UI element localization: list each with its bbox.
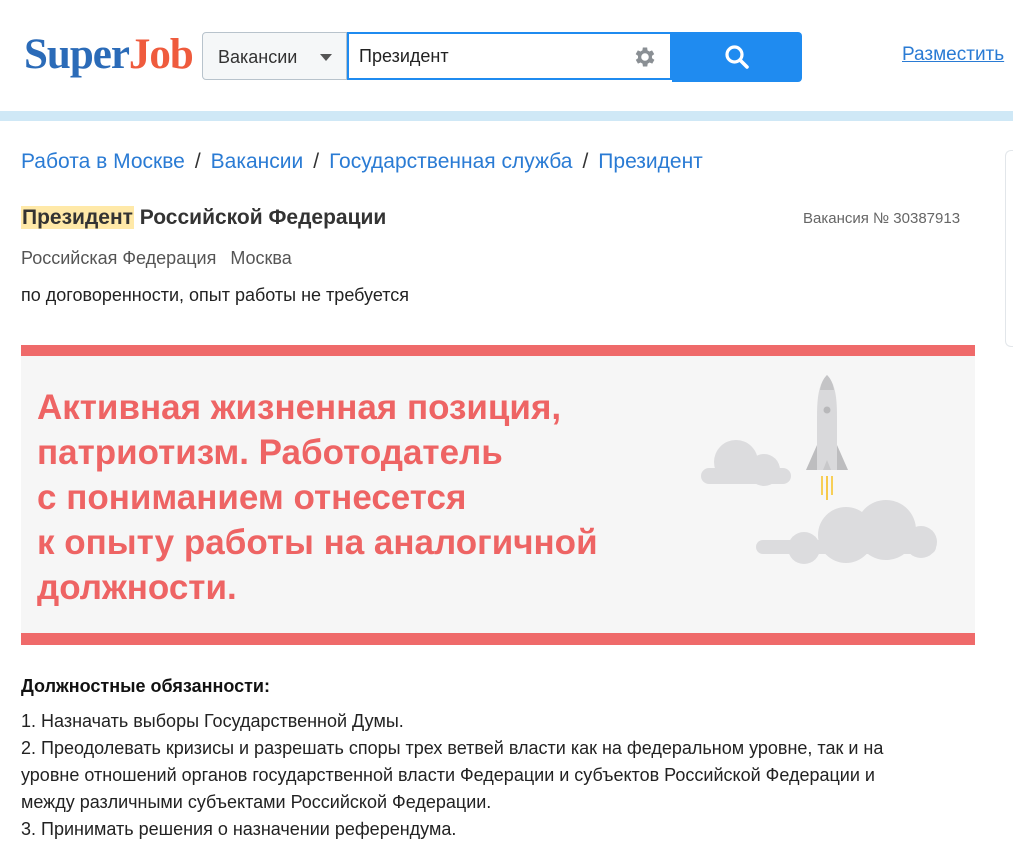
banner-stripe-top bbox=[21, 345, 975, 356]
search-category-label: Вакансии bbox=[218, 47, 298, 67]
banner-line: с пониманием отнесется bbox=[37, 478, 467, 517]
vacancy-banner: Активная жизненная позиция, патриотизм. … bbox=[21, 345, 975, 645]
vacancy-terms: по договоренности, опыт работы не требуе… bbox=[21, 285, 410, 305]
duties-line: 1. Назначать выборы Государственной Думы… bbox=[21, 711, 404, 731]
banner-stripe-bottom bbox=[21, 633, 975, 645]
banner-line: патриотизм. Работодатель bbox=[37, 433, 503, 472]
search-category-select[interactable]: Вакансии bbox=[202, 32, 347, 80]
duties-line: 2. Преодолевать кризисы и разрешать спор… bbox=[21, 738, 884, 758]
search-icon bbox=[725, 45, 749, 69]
header-divider bbox=[0, 111, 1013, 121]
breadcrumb-item-vacancies[interactable]: Вакансии bbox=[211, 150, 304, 173]
search-input[interactable] bbox=[347, 32, 672, 80]
vacancy-number: Вакансия № 30387913 bbox=[803, 210, 961, 227]
breadcrumb-item-president[interactable]: Президент bbox=[598, 150, 703, 173]
duties-heading: Должностные обязанности: bbox=[21, 676, 270, 696]
search-button[interactable] bbox=[672, 32, 802, 82]
vacancy-location: Российская Федерация Москва bbox=[21, 248, 292, 269]
vacancy-title: Президент Российской Федерации bbox=[21, 206, 386, 230]
banner-line: к опыту работы на аналогичной bbox=[37, 523, 598, 562]
banner-line: должности. bbox=[37, 568, 237, 607]
duties-line: между различными субъектами Российской Ф… bbox=[21, 792, 492, 812]
search-highlight: Президент bbox=[21, 206, 134, 229]
side-panel-edge bbox=[1005, 150, 1013, 347]
logo-job: Job bbox=[128, 31, 194, 78]
logo-super: Super bbox=[24, 31, 130, 78]
duties-line: 3. Принимать решения о назначении рефере… bbox=[21, 819, 457, 839]
rocket-illustration bbox=[701, 375, 937, 564]
breadcrumb-separator: / bbox=[313, 150, 320, 173]
post-vacancy-link[interactable]: Разместить bbox=[902, 44, 1004, 66]
chevron-down-icon bbox=[320, 54, 332, 61]
banner-line: Активная жизненная позиция, bbox=[37, 388, 562, 427]
breadcrumb-separator: / bbox=[194, 150, 201, 173]
banner-text: Активная жизненная позиция, патриотизм. … bbox=[37, 385, 598, 610]
city-name: Москва bbox=[230, 248, 292, 268]
duties-line: уровне отношений органов государственной… bbox=[21, 765, 875, 785]
duties-list: 1. Назначать выборы Государственной Думы… bbox=[21, 708, 991, 843]
breadcrumb-item-civil-service[interactable]: Государственная служба bbox=[329, 150, 572, 173]
superjob-logo[interactable]: SuperJob bbox=[24, 30, 194, 80]
vacancy-title-rest: Российской Федерации bbox=[133, 206, 387, 229]
gear-icon[interactable] bbox=[632, 44, 658, 70]
breadcrumb-item-moscow-jobs[interactable]: Работа в Москве bbox=[21, 150, 185, 173]
breadcrumb-separator: / bbox=[582, 150, 589, 173]
employer-name[interactable]: Российская Федерация bbox=[21, 248, 216, 268]
site-header: SuperJob Вакансии Разместить bbox=[0, 0, 1013, 112]
breadcrumb: Работа в Москве / Вакансии / Государственная… bbox=[21, 150, 703, 174]
search-bar: Вакансии bbox=[202, 32, 802, 82]
